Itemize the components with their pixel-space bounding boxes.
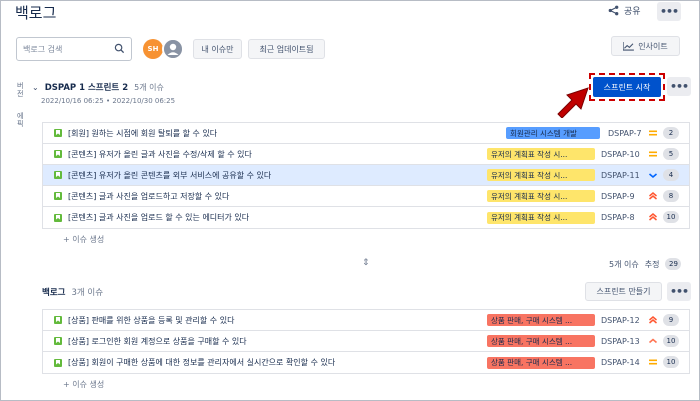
- story-icon: [54, 150, 62, 158]
- issue-key[interactable]: DSPAP-11: [601, 171, 640, 180]
- priority-medium-icon: [648, 128, 658, 138]
- sprint-create-issue-button[interactable]: + 이슈 생성: [63, 234, 104, 245]
- story-icon: [54, 171, 62, 179]
- sprint-header[interactable]: ⌄ DSPAP 1 스프린트 2 5개 이슈: [32, 81, 164, 94]
- issue-summary[interactable]: [콘텐츠] 유저가 올린 글과 사진을 수정/삭제 할 수 있다: [68, 149, 252, 160]
- story-icon: [54, 213, 62, 222]
- issue-summary[interactable]: [콘텐츠] 유저가 올린 콘텐츠를 외부 서비스에 공유할 수 있다: [68, 170, 271, 181]
- issue-row[interactable]: [상품] 로그인한 회원 계정으로 상품을 구매할 수 있다 상품 판매, 구매 …: [43, 331, 689, 352]
- issue-summary[interactable]: [회원] 원하는 시점에 회원 탈퇴를 할 수 있다: [68, 128, 217, 139]
- sprint-dates: 2022/10/16 06:25 • 2022/10/30 06:25: [41, 97, 176, 105]
- header-more-button[interactable]: •••: [657, 2, 681, 21]
- avatar-sh[interactable]: SH: [143, 39, 163, 59]
- estimate-badge: 10: [663, 335, 679, 347]
- sprint-summary-estimate-label: 추정: [644, 259, 660, 269]
- issue-key[interactable]: DSPAP-12: [601, 316, 640, 325]
- estimate-badge: 5: [663, 148, 679, 160]
- filter-my-issues-button[interactable]: 내 이슈만: [193, 39, 242, 59]
- sprint-summary-estimate: 29: [665, 258, 682, 270]
- story-icon: [54, 337, 62, 345]
- share-button[interactable]: 공유: [608, 4, 641, 17]
- issue-row[interactable]: [상품] 회원이 구매한 상품에 대한 정보를 관리자에서 실시간으로 확인할 …: [43, 352, 689, 373]
- issue-key[interactable]: DSPAP-14: [601, 358, 640, 367]
- issue-key[interactable]: DSPAP-10: [601, 150, 640, 159]
- epic-badge[interactable]: 유저의 계획표 작성 시...: [487, 169, 595, 181]
- backlog-more-button[interactable]: •••: [667, 282, 691, 301]
- sprint-more-button[interactable]: •••: [667, 77, 691, 96]
- issue-row[interactable]: [콘텐츠] 유저가 올린 글과 사진을 수정/삭제 할 수 있다 유저의 계획표 …: [43, 144, 689, 165]
- search-icon: [114, 43, 125, 54]
- story-icon: [54, 358, 62, 367]
- priority-medium-icon: [648, 149, 658, 159]
- priority-medium-icon: [648, 357, 658, 367]
- estimate-badge: 2: [663, 127, 679, 139]
- filter-recent-button[interactable]: 최근 업데이트됨: [248, 39, 325, 59]
- share-label: 공유: [624, 7, 641, 17]
- sidebar-panel-labels: 버전 에픽: [17, 82, 27, 128]
- estimate-badge: 9: [663, 314, 679, 326]
- backlog-issue-count: 3개 이슈: [71, 288, 104, 298]
- red-arrow-annotation: [557, 87, 589, 118]
- backlog-issue-list: [상품] 판매를 위한 상품을 등록 및 관리할 수 있다상품 판매, 구매 시…: [42, 309, 690, 374]
- priority-highest-icon: [648, 212, 658, 222]
- issue-summary[interactable]: [상품] 로그인한 회원 계정으로 상품을 구매할 수 있다: [68, 336, 247, 347]
- estimate-badge: 10: [663, 356, 679, 368]
- backlog-header: 백로그 3개 이슈: [42, 286, 103, 298]
- issue-summary[interactable]: [상품] 판매를 위한 상품을 등록 및 관리할 수 있다: [68, 315, 234, 326]
- story-icon: [54, 316, 62, 324]
- start-sprint-highlight: 스프린트 시작: [589, 73, 665, 101]
- drag-divider-icon[interactable]: ⇕: [362, 258, 370, 268]
- search-placeholder: 백로그 검색: [23, 44, 63, 54]
- epic-badge[interactable]: 유저의 계획표 작성 시...: [487, 148, 595, 160]
- issue-key[interactable]: DSPAP-9: [601, 192, 635, 201]
- issue-summary[interactable]: [콘텐츠] 글과 사진을 업로드 할 수 있는 에디터가 있다: [68, 212, 249, 223]
- epic-badge[interactable]: 유저의 계획표 작성 시...: [487, 211, 595, 224]
- backlog-create-issue-button[interactable]: + 이슈 생성: [63, 379, 104, 390]
- issue-summary[interactable]: [콘텐츠] 글과 사진을 업로드하고 저장할 수 있다: [68, 191, 229, 202]
- page-title: 백로그: [15, 4, 57, 22]
- issue-row[interactable]: [회원] 원하는 시점에 회원 탈퇴를 할 수 있다 회원관리 시스템 개발 DSP…: [43, 123, 689, 144]
- start-sprint-button[interactable]: 스프린트 시작: [593, 77, 661, 97]
- issue-row[interactable]: [콘텐츠] 글과 사진을 업로드 할 수 있는 에디터가 있다 유저의 계획표 작…: [43, 207, 689, 228]
- story-icon: [54, 129, 62, 137]
- sidebar-version-label[interactable]: 버전: [17, 82, 27, 98]
- backlog-name: 백로그: [42, 288, 66, 298]
- sprint-issue-count: 5개 이슈: [134, 82, 164, 92]
- sidebar-epic-label[interactable]: 에픽: [17, 112, 27, 128]
- chart-icon: [623, 41, 635, 51]
- issue-key[interactable]: DSPAP-7: [608, 129, 642, 138]
- issue-row[interactable]: [콘텐츠] 유저가 올린 콘텐츠를 외부 서비스에 공유할 수 있다 유저의 계획…: [43, 165, 689, 186]
- chevron-down-icon[interactable]: ⌄: [32, 83, 39, 92]
- epic-badge[interactable]: 상품 판매, 구매 시스템 ...: [487, 356, 595, 369]
- epic-badge[interactable]: 상품 판매, 구매 시스템 ...: [487, 314, 595, 326]
- search-input[interactable]: 백로그 검색: [16, 37, 132, 61]
- sprint-name: DSPAP 1 스프린트 2: [44, 83, 129, 93]
- issue-key[interactable]: DSPAP-8: [601, 213, 635, 222]
- estimate-badge: 10: [663, 211, 679, 223]
- priority-highest-icon: [648, 315, 658, 325]
- epic-badge[interactable]: 유저의 계획표 작성 시...: [487, 190, 595, 202]
- create-sprint-button[interactable]: 스프린트 만들기: [585, 282, 662, 301]
- sprint-issue-list: [회원] 원하는 시점에 회원 탈퇴를 할 수 있다 회원관리 시스템 개발 DSP…: [42, 122, 690, 229]
- insight-button[interactable]: 인사이트: [611, 36, 680, 56]
- issue-row[interactable]: [콘텐츠] 글과 사진을 업로드하고 저장할 수 있다 유저의 계획표 작성 시.…: [43, 186, 689, 207]
- user-icon: [164, 40, 182, 58]
- sprint-summary-count: 5개 이슈: [609, 259, 639, 269]
- issue-summary[interactable]: [상품] 회원이 구매한 상품에 대한 정보를 관리자에서 실시간으로 확인할 …: [68, 357, 335, 368]
- avatar-user-icon[interactable]: [162, 38, 184, 60]
- epic-badge[interactable]: 상품 판매, 구매 시스템 ...: [487, 335, 595, 347]
- issue-key[interactable]: DSPAP-13: [601, 337, 640, 346]
- share-icon: [608, 5, 619, 16]
- priority-high-icon: [648, 336, 658, 346]
- estimate-badge: 8: [663, 190, 679, 202]
- story-icon: [54, 192, 62, 200]
- issue-row[interactable]: [상품] 판매를 위한 상품을 등록 및 관리할 수 있다 상품 판매, 구매 시…: [43, 310, 689, 331]
- sprint-summary: 5개 이슈 추정 29: [609, 258, 682, 270]
- insight-label: 인사이트: [638, 41, 668, 51]
- priority-highest-icon: [648, 191, 658, 201]
- estimate-badge: 4: [663, 169, 679, 181]
- priority-low-icon: [648, 170, 658, 180]
- epic-badge[interactable]: 회원관리 시스템 개발: [506, 127, 600, 139]
